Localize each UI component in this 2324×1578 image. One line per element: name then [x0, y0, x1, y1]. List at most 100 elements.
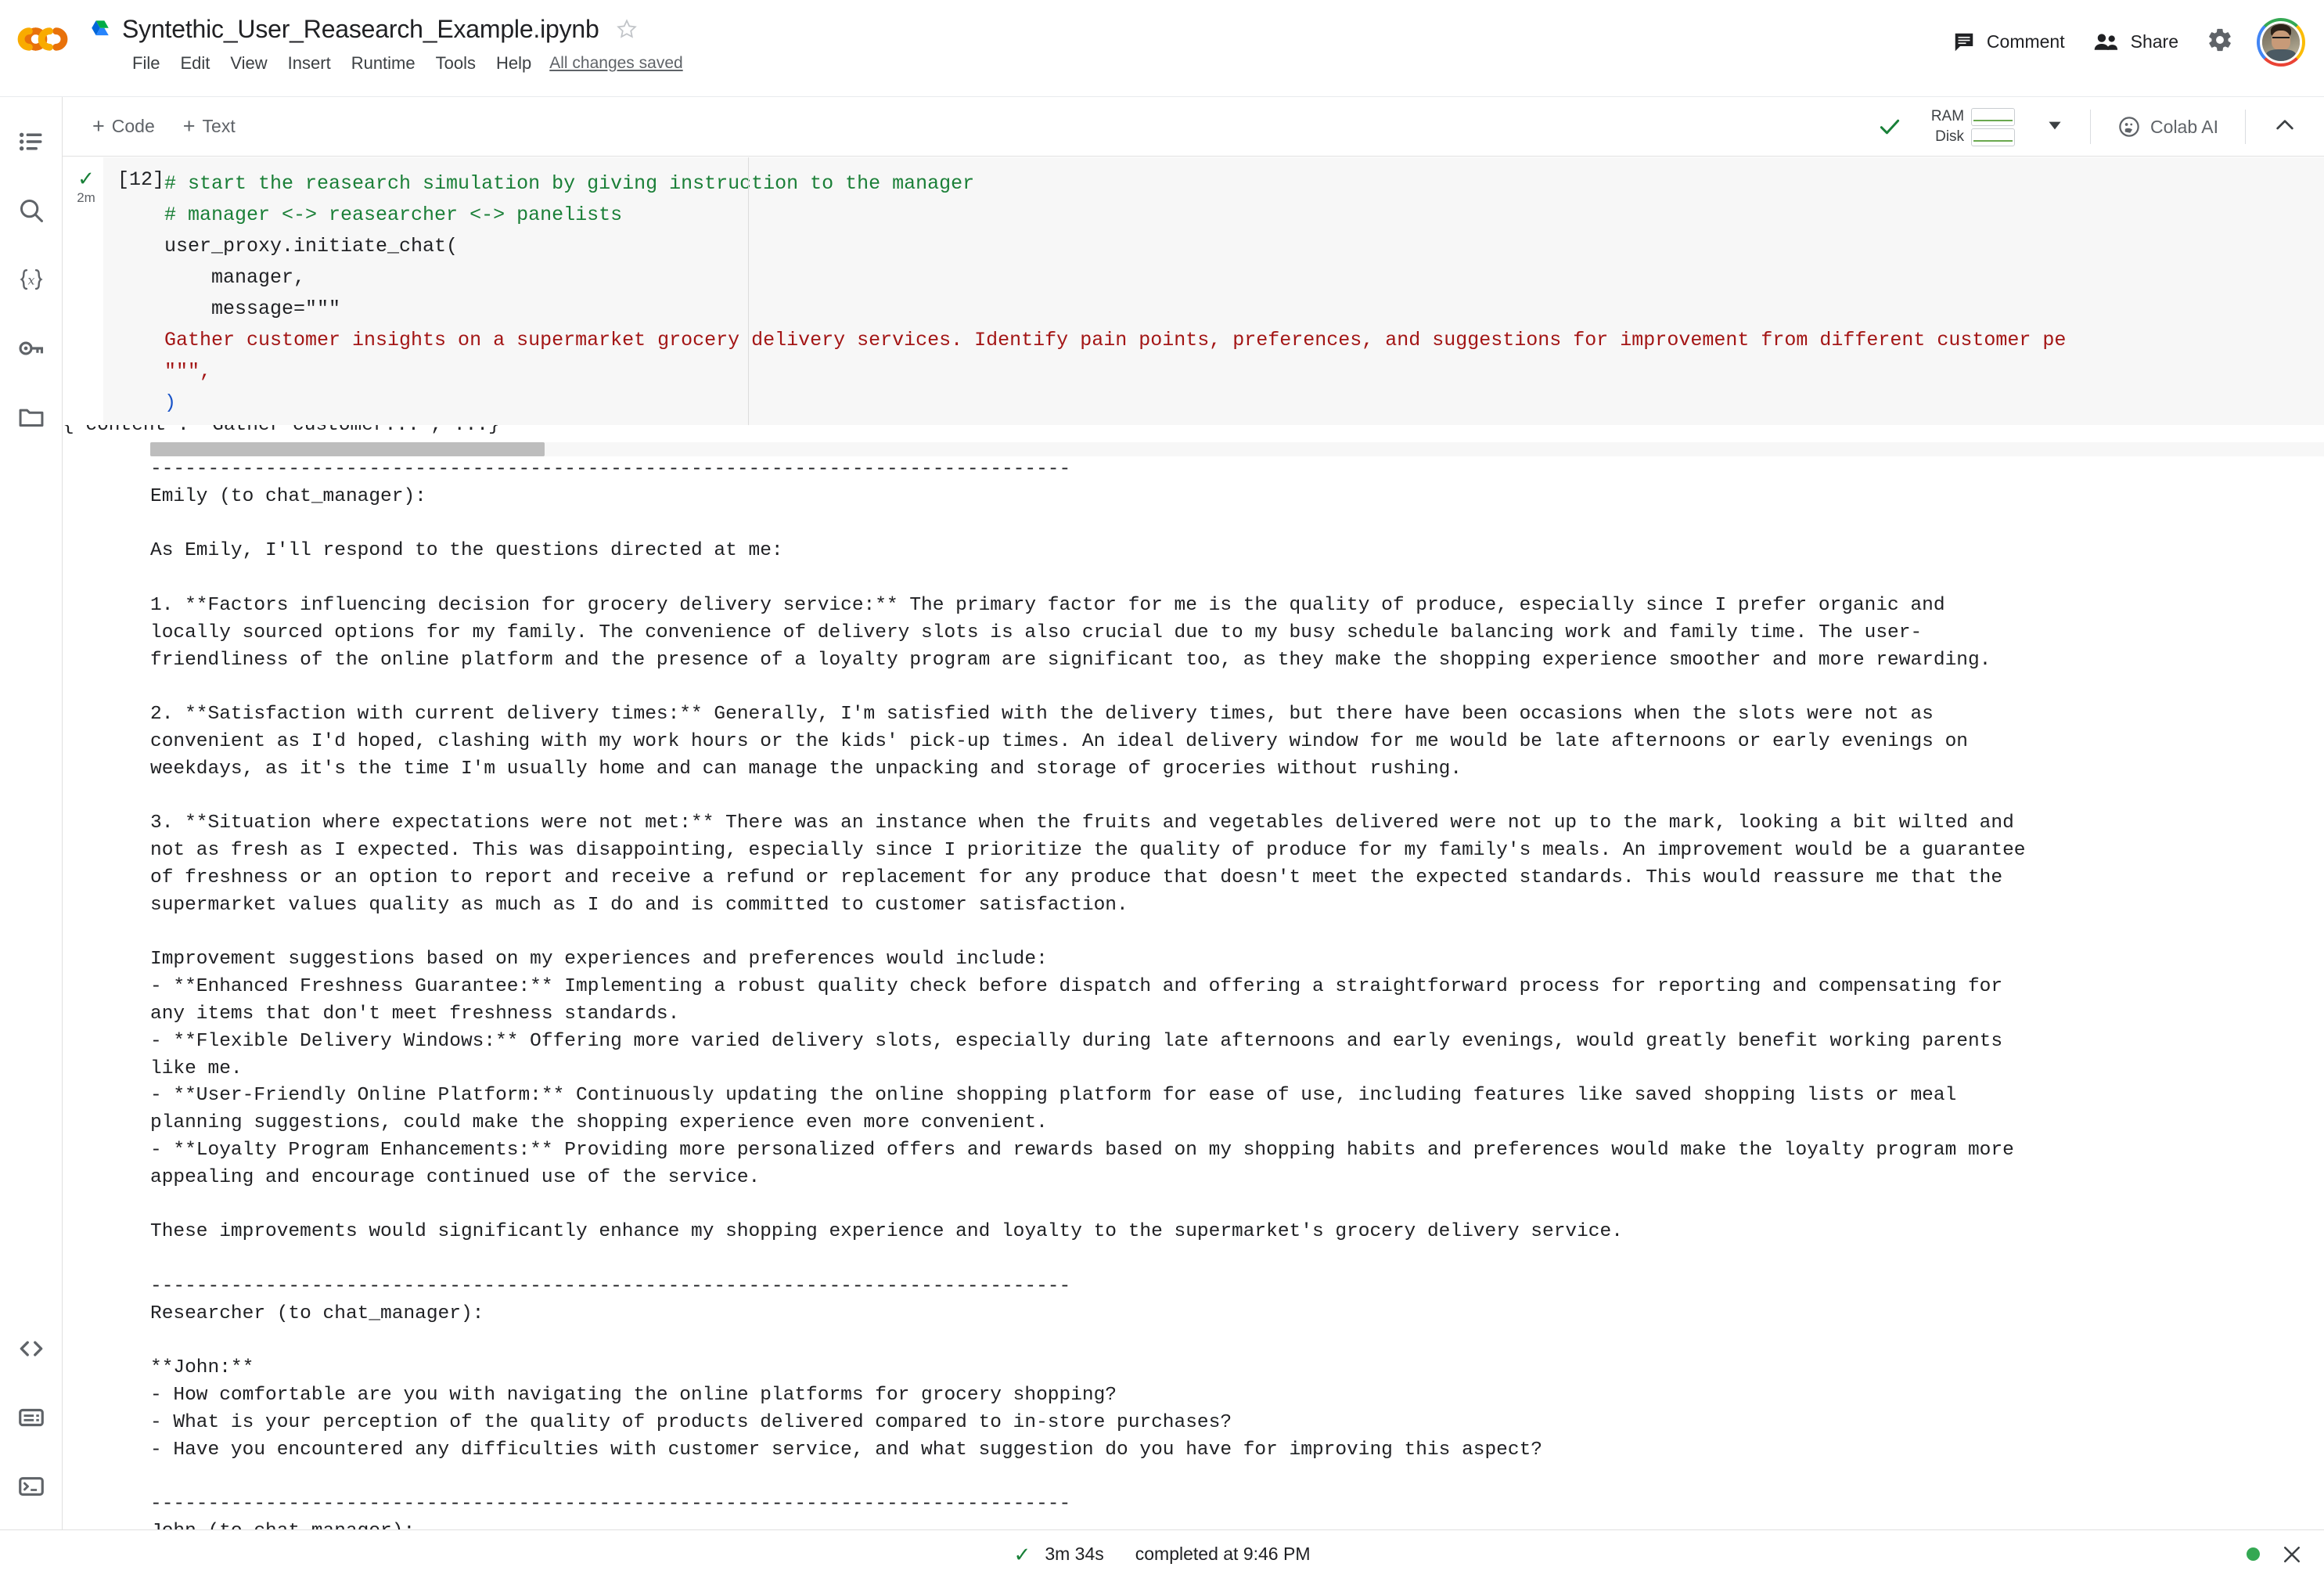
share-button[interactable]: Share [2079, 23, 2193, 62]
toolbar-left: + Code + Text [81, 110, 246, 143]
output-horizontal-scrollbar[interactable] [150, 442, 2324, 456]
notebook-toolbar: + Code + Text RAM Disk Colab AI [0, 97, 2324, 157]
add-code-cell-button[interactable]: + Code [81, 110, 166, 143]
code-line-comment-1: # start the reasearch simulation by givi… [164, 172, 975, 195]
header-actions: Comment Share [1938, 17, 2305, 67]
add-text-label: Text [202, 116, 236, 136]
drive-icon [92, 20, 109, 36]
code-ruler [748, 157, 749, 425]
notebook-scroll-area[interactable]: ✓ 2m [12] # start the reasearch simulati… [63, 157, 2324, 1529]
colab-ai-label: Colab AI [2150, 116, 2218, 137]
avatar-photo [2260, 20, 2302, 63]
code-line-message-end: """, [164, 360, 212, 383]
menu-help[interactable]: Help [486, 49, 541, 77]
status-bar-right [2247, 1543, 2304, 1566]
star-icon[interactable] [615, 17, 639, 41]
variables-icon: x [19, 268, 43, 290]
sidebar-item-secrets[interactable] [7, 324, 56, 373]
menu-view[interactable]: View [220, 49, 277, 77]
menu-edit[interactable]: Edit [170, 49, 220, 77]
code-line-call: user_proxy.initiate_chat( [164, 235, 459, 258]
save-status[interactable]: All changes saved [549, 54, 682, 73]
execution-status: ✓ 3m 34s completed at 9:46 PM [1014, 1544, 1311, 1565]
search-icon [20, 199, 43, 222]
execution-completed-label: completed at 9:46 PM [1135, 1544, 1311, 1564]
code-editor[interactable]: [12] # start the reasearch simulation by… [103, 157, 2324, 425]
terminal-icon [18, 1477, 44, 1496]
add-code-label: Code [111, 116, 155, 136]
output-scrollbar-thumb[interactable] [150, 442, 545, 456]
resource-usage-indicator[interactable]: RAM Disk [1923, 105, 2020, 150]
toolbar-divider [2090, 110, 2092, 144]
runtime-dropdown-button[interactable] [2037, 107, 2073, 147]
sidebar-item-search[interactable] [7, 186, 56, 235]
code-line-arg-message: message=""" [164, 297, 341, 320]
menu-insert[interactable]: Insert [278, 49, 341, 77]
left-sidebar: x [0, 97, 63, 1529]
gear-icon [2209, 28, 2231, 52]
connected-check-icon[interactable] [1876, 113, 1903, 140]
collapse-toolbar-button[interactable] [2263, 103, 2307, 151]
colab-logo[interactable] [17, 20, 77, 58]
svg-text:x: x [27, 272, 34, 287]
plus-icon: + [182, 114, 196, 138]
comment-label: Comment [1986, 31, 2065, 52]
menu-tools[interactable]: Tools [426, 49, 486, 77]
document-title[interactable]: Syntethic_User_Reasearch_Example.ipynb [122, 15, 599, 44]
ram-bar [1971, 107, 2016, 126]
disk-label: Disk [1935, 128, 1965, 145]
colab-ai-icon [2119, 117, 2139, 137]
settings-button[interactable] [2197, 17, 2243, 67]
cell-output-text: ----------------------------------------… [150, 459, 2026, 1529]
cell-runtime-badge: 2m [77, 190, 95, 205]
sidebar-item-table-of-contents[interactable] [7, 117, 56, 166]
key-icon [18, 341, 43, 355]
close-icon[interactable] [2280, 1543, 2304, 1566]
comment-icon [1955, 33, 1973, 51]
sidebar-bottom-group [7, 1304, 56, 1511]
colab-app: Syntethic_User_Reasearch_Example.ipynb F… [0, 0, 2324, 1578]
execution-count: [12] [117, 168, 165, 191]
title-block: Syntethic_User_Reasearch_Example.ipynb F… [88, 11, 683, 80]
toolbar-divider [2245, 110, 2246, 144]
sidebar-item-variables[interactable]: x [7, 255, 56, 304]
people-icon [2094, 33, 2117, 50]
plus-icon: + [92, 114, 105, 138]
disk-bar [1971, 128, 2016, 146]
table-of-contents-icon [19, 132, 41, 151]
folder-icon [19, 409, 43, 427]
connection-status-dot [2247, 1547, 2260, 1561]
chevron-up-icon [2276, 119, 2293, 129]
execution-elapsed: 3m 34s [1045, 1544, 1104, 1564]
code-icon [20, 1341, 42, 1356]
share-label: Share [2130, 31, 2178, 52]
avatar[interactable] [2257, 17, 2305, 67]
sidebar-item-files[interactable] [7, 393, 56, 441]
add-text-cell-button[interactable]: + Text [172, 110, 246, 143]
status-check-icon: ✓ [1013, 1542, 1031, 1566]
toolbar-right: RAM Disk Colab AI [1876, 97, 2307, 157]
command-palette-icon [18, 1408, 44, 1427]
sidebar-item-command-palette[interactable] [7, 1393, 56, 1442]
sidebar-item-terminal[interactable] [7, 1462, 56, 1511]
colab-ai-button[interactable]: Colab AI [2108, 109, 2228, 145]
code-source[interactable]: # start the reasearch simulation by givi… [103, 168, 2324, 419]
sidebar-item-code-snippets[interactable] [7, 1324, 56, 1373]
code-line-message-body: Gather customer insights on a supermarke… [164, 329, 2067, 351]
app-header: Syntethic_User_Reasearch_Example.ipynb F… [0, 0, 2324, 97]
code-line-close-paren: ) [164, 391, 177, 414]
cell-gutter: ✓ 2m [63, 157, 110, 206]
code-cell[interactable]: ✓ 2m [12] # start the reasearch simulati… [63, 157, 2324, 1529]
chevron-down-icon [2049, 121, 2061, 129]
code-line-comment-2: # manager <-> reasearcher <-> panelists [164, 204, 623, 226]
output-clipped-text: {'content': 'Gather customer...', ...} [63, 425, 500, 436]
cell-success-icon: ✓ [77, 167, 95, 190]
comment-button[interactable]: Comment [1938, 23, 2079, 62]
menu-file[interactable]: File [122, 49, 170, 77]
status-bar: ✓ 3m 34s completed at 9:46 PM [0, 1529, 2324, 1578]
output-clipped-line: {'content': 'Gather customer...', ...} [63, 425, 2324, 441]
ram-label: RAM [1930, 108, 1965, 124]
menu-runtime[interactable]: Runtime [341, 49, 426, 77]
code-line-arg-manager: manager, [164, 266, 306, 289]
menu-bar: File Edit View Insert Runtime Tools Help… [122, 47, 683, 80]
